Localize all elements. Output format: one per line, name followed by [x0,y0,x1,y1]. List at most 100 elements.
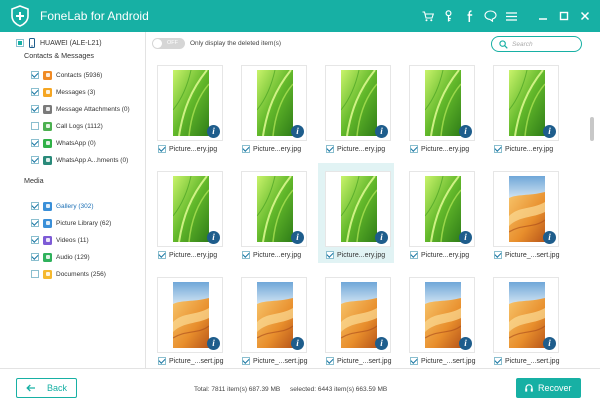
minimize-icon[interactable] [533,6,552,26]
sidebar-item-checkbox[interactable] [31,202,39,210]
sidebar-item-checkbox[interactable] [31,253,39,261]
sidebar-item[interactable]: WhatsApp A...hments (0) [31,153,128,167]
sidebar-item-checkbox[interactable] [31,139,39,147]
thumbnail[interactable]: i [409,65,475,141]
item-checkbox[interactable] [410,357,418,365]
sidebar-item[interactable]: Call Logs (1112) [31,119,103,133]
info-icon[interactable]: i [375,337,388,350]
gallery-item[interactable]: i Picture...ery.jpg [402,163,478,263]
thumbnail[interactable]: i [157,65,223,141]
sidebar-item-checkbox[interactable] [31,219,39,227]
item-checkbox[interactable] [410,251,418,259]
gallery-item[interactable]: i Picture_...sert.jpg [150,269,226,366]
gallery-item[interactable]: i Picture_...sert.jpg [486,269,562,366]
thumbnail[interactable]: i [493,171,559,247]
search-box[interactable] [491,36,582,52]
sidebar-item-checkbox[interactable] [31,156,39,164]
sidebar-item[interactable]: Messages (3) [31,85,95,99]
search-input[interactable] [512,39,576,49]
gallery-item[interactable]: i Picture...ery.jpg [318,163,394,263]
info-icon[interactable]: i [375,231,388,244]
gallery-item[interactable]: i Picture...ery.jpg [150,163,226,263]
item-checkbox[interactable] [242,357,250,365]
info-icon[interactable]: i [459,125,472,138]
sidebar-item[interactable]: Message Attachments (0) [31,102,130,116]
item-checkbox[interactable] [494,357,502,365]
grid-scrollbar[interactable] [588,57,596,366]
sidebar-item-checkbox[interactable] [31,236,39,244]
gallery-item[interactable]: i Picture_...sert.jpg [486,163,562,263]
info-icon[interactable]: i [459,231,472,244]
sidebar-item-checkbox[interactable] [31,71,39,79]
gallery-item[interactable]: i Picture...ery.jpg [150,57,226,157]
thumbnail[interactable]: i [157,277,223,353]
thumbnail[interactable]: i [325,277,391,353]
info-icon[interactable]: i [207,125,220,138]
info-icon[interactable]: i [543,125,556,138]
gallery-item[interactable]: i Picture_...sert.jpg [402,269,478,366]
facebook-icon[interactable] [460,6,479,26]
sidebar-item-checkbox[interactable] [31,270,39,278]
menu-icon[interactable] [502,6,521,26]
thumbnail[interactable]: i [241,171,307,247]
sidebar-item[interactable]: Contacts (5936) [31,68,102,82]
item-checkbox[interactable] [242,145,250,153]
sidebar-item[interactable]: Gallery (302) [31,199,94,213]
sidebar-item-checkbox[interactable] [31,88,39,96]
item-checkbox[interactable] [242,251,250,259]
info-icon[interactable]: i [543,231,556,244]
thumbnail[interactable]: i [493,65,559,141]
item-checkbox[interactable] [494,251,502,259]
gallery-item[interactable]: i Picture...ery.jpg [402,57,478,157]
info-icon[interactable]: i [291,125,304,138]
info-icon[interactable]: i [291,231,304,244]
item-checkbox[interactable] [494,145,502,153]
info-icon[interactable]: i [207,337,220,350]
item-checkbox[interactable] [410,145,418,153]
gallery-item[interactable]: i Picture...ery.jpg [486,57,562,157]
maximize-icon[interactable] [554,6,573,26]
info-icon[interactable]: i [375,125,388,138]
gallery-item[interactable]: i Picture_...sert.jpg [318,269,394,366]
thumbnail[interactable]: i [325,171,391,247]
item-checkbox[interactable] [158,357,166,365]
scroll-thumb[interactable] [590,117,594,141]
key-icon[interactable] [439,6,458,26]
gallery-item[interactable]: i Picture...ery.jpg [234,57,310,157]
item-filename: Picture_...sert.jpg [505,357,560,365]
sidebar-item[interactable]: WhatsApp (0) [31,136,96,150]
sidebar-item[interactable]: Audio (129) [31,250,90,264]
item-checkbox[interactable] [158,251,166,259]
info-icon[interactable]: i [459,337,472,350]
thumbnail[interactable]: i [409,277,475,353]
sidebar-item[interactable]: Videos (11) [31,233,89,247]
sidebar-item[interactable]: Documents (256) [31,267,106,281]
thumbnail[interactable]: i [409,171,475,247]
gallery-item[interactable]: i Picture_...sert.jpg [234,269,310,366]
info-icon[interactable]: i [207,231,220,244]
info-icon[interactable]: i [291,337,304,350]
thumbnail[interactable]: i [325,65,391,141]
gallery-item[interactable]: i Picture...ery.jpg [318,57,394,157]
close-icon[interactable] [575,6,594,26]
thumbnail[interactable]: i [493,277,559,353]
device-checkbox[interactable] [16,39,24,47]
device-row[interactable]: HUAWEI (ALE-L21) [16,38,102,48]
item-checkbox[interactable] [326,357,334,365]
item-checkbox[interactable] [158,145,166,153]
recover-button[interactable]: Recover [516,378,581,398]
sidebar-item-checkbox[interactable] [31,105,39,113]
thumbnail[interactable]: i [241,277,307,353]
thumbnail[interactable]: i [241,65,307,141]
deleted-only-toggle[interactable]: OFF [152,38,185,49]
sidebar-item-checkbox[interactable] [31,122,39,130]
item-checkbox[interactable] [326,251,334,259]
gallery-item[interactable]: i Picture...ery.jpg [234,163,310,263]
chat-icon[interactable] [481,6,500,26]
thumbnail[interactable]: i [157,171,223,247]
item-checkbox[interactable] [326,145,334,153]
sidebar-item[interactable]: Picture Library (62) [31,216,111,230]
info-icon[interactable]: i [543,337,556,350]
back-button[interactable]: Back [16,378,77,398]
cart-icon[interactable] [418,6,437,26]
